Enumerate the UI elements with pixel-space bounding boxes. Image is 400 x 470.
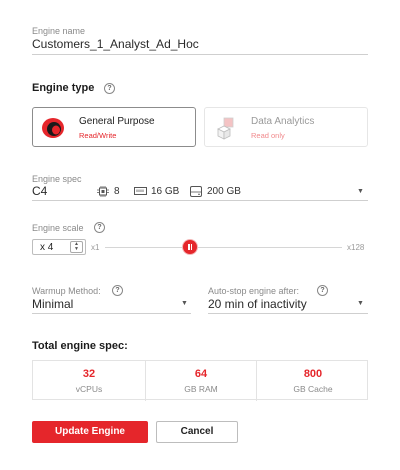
total-ram-value: 64 (194, 368, 208, 380)
engine-spec-label: Engine spec (32, 174, 82, 184)
autostop-select[interactable]: 20 min of inactivity (208, 297, 307, 311)
total-cell-vcpus: 32 vCPUs (33, 361, 145, 401)
engine-scale-stepper[interactable]: x 4 ▲ ▼ (32, 239, 86, 255)
autostop-help-icon[interactable]: ? (317, 285, 328, 296)
total-cache-value: 800 (303, 368, 323, 380)
total-spec-title: Total engine spec: (32, 340, 128, 352)
autostop-label: Auto-stop engine after: (208, 286, 300, 296)
general-purpose-subtitle: Read/Write (79, 131, 117, 140)
warmup-chevron-down-icon[interactable]: ▼ (181, 300, 188, 307)
total-spec-table: 32 vCPUs 64 GB RAM 800 GB Cache (32, 360, 369, 401)
total-cell-ram: 64 GB RAM (145, 361, 257, 401)
engine-name-input[interactable]: Customers_1_Analyst_Ad_Hoc (32, 37, 199, 51)
engine-type-title: Engine type (32, 82, 95, 94)
stepper-arrows-icon[interactable]: ▲ ▼ (70, 241, 83, 253)
engine-type-help-icon[interactable]: ? (104, 83, 115, 94)
total-ram-unit: GB RAM (184, 384, 218, 394)
general-purpose-icon (40, 114, 68, 142)
disk-amount: 200 GB (207, 186, 241, 197)
update-engine-button[interactable]: Update Engine (32, 421, 148, 443)
data-analytics-subtitle: Read only (251, 131, 285, 140)
data-analytics-title: Data Analytics (251, 116, 315, 127)
engine-scale-stepper-value: x 4 (40, 242, 54, 253)
data-analytics-icon (214, 115, 242, 143)
cpu-count: 8 (114, 186, 120, 197)
warmup-label: Warmup Method: (32, 286, 101, 296)
total-cell-cache: 800 GB Cache (257, 361, 369, 401)
general-purpose-title: General Purpose (79, 116, 155, 127)
engine-type-general-purpose[interactable]: General Purpose Read/Write (32, 107, 196, 147)
engine-spec-chevron-down-icon[interactable]: ▼ (357, 188, 364, 195)
engine-spec-select[interactable]: C4 (32, 184, 47, 198)
cpu-icon (97, 186, 109, 197)
engine-name-underline (32, 54, 368, 55)
total-cache-unit: GB Cache (293, 384, 333, 394)
disk-icon (190, 186, 202, 197)
autostop-underline (208, 313, 368, 314)
total-vcpus-value: 32 (82, 368, 96, 380)
total-vcpus-unit: vCPUs (75, 384, 103, 394)
warmup-help-icon[interactable]: ? (112, 285, 123, 296)
autostop-chevron-down-icon[interactable]: ▼ (357, 300, 364, 307)
engine-scale-help-icon[interactable]: ? (94, 222, 105, 233)
ram-amount: 16 GB (151, 186, 180, 197)
warmup-underline (32, 313, 191, 314)
engine-scale-slider-thumb[interactable] (183, 240, 198, 254)
engine-scale-label: Engine scale (32, 223, 84, 233)
warmup-select[interactable]: Minimal (32, 297, 73, 311)
engine-type-data-analytics[interactable]: Data Analytics Read only (204, 107, 368, 147)
ram-icon (134, 187, 147, 196)
cancel-button[interactable]: Cancel (156, 421, 238, 443)
engine-scale-slider-track[interactable] (105, 247, 342, 248)
engine-name-label: Engine name (32, 26, 86, 36)
slider-max-label: x128 (347, 243, 365, 252)
engine-spec-underline (32, 200, 368, 201)
slider-min-label: x1 (91, 243, 100, 252)
